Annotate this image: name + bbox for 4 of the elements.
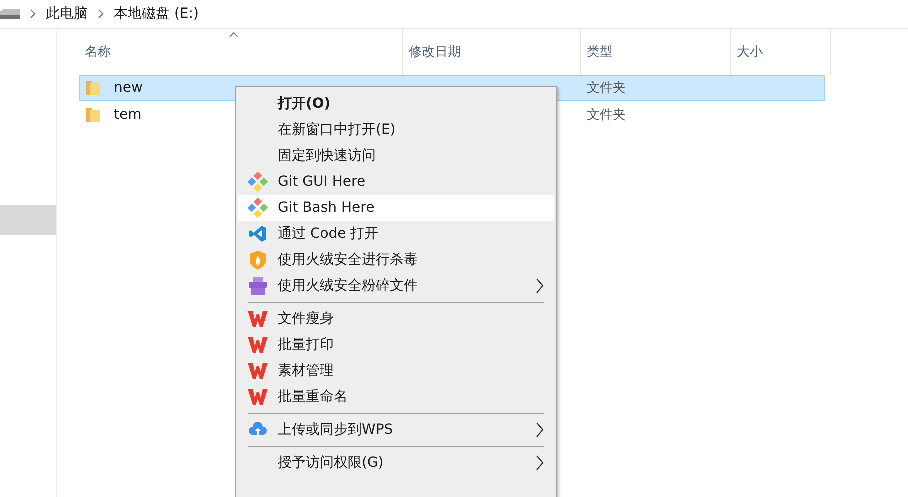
file-name: new bbox=[114, 80, 143, 96]
file-type: 文件夹 bbox=[587, 80, 626, 97]
file-type: 文件夹 bbox=[587, 107, 626, 124]
file-name: tem bbox=[114, 107, 142, 123]
